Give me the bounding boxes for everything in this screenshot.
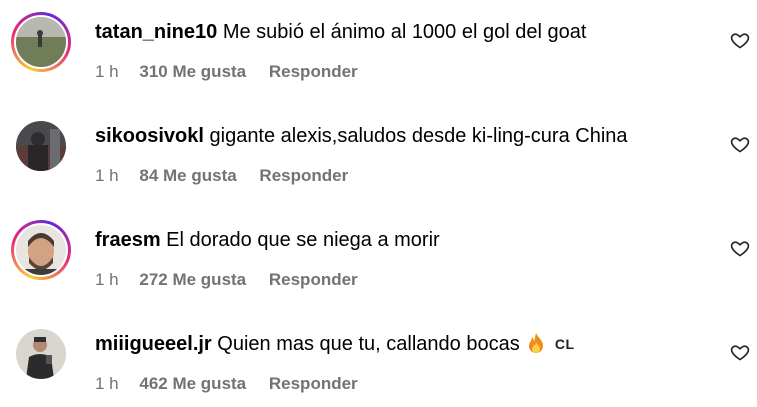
comment-like-count[interactable]: 462 Me gusta	[139, 374, 246, 393]
comment-time[interactable]: 1 h	[95, 270, 119, 289]
comment-like-count[interactable]: 272 Me gusta	[139, 270, 246, 289]
avatar-ring-gap	[14, 15, 68, 69]
avatar	[16, 225, 66, 275]
comment-meta: 1 h 462 Me gusta Responder	[95, 373, 358, 395]
fire-emoji-icon	[527, 332, 545, 354]
comment-like-count[interactable]: 310 Me gusta	[139, 62, 246, 81]
comment-body: fraesm El dorado que se niega a morir	[95, 226, 440, 254]
comment-item: miiigueeel.jr Quien mas que tu, callando…	[0, 312, 757, 407]
avatar-wrapper[interactable]	[16, 121, 66, 171]
avatar-image	[16, 17, 66, 67]
flag-tag: CL	[554, 336, 575, 352]
avatar-story-ring[interactable]	[11, 12, 71, 72]
comment-body: miiigueeel.jr Quien mas que tu, callando…	[95, 330, 575, 358]
comment-username[interactable]: tatan_nine10	[95, 21, 217, 43]
comment-time[interactable]: 1 h	[95, 62, 119, 81]
avatar	[16, 17, 66, 67]
avatar	[16, 329, 66, 379]
comment-username[interactable]: sikoosivokl	[95, 125, 204, 147]
comment-item: tatan_nine10 Me subió el ánimo al 1000 e…	[0, 0, 757, 100]
avatar-ring-gap	[14, 223, 68, 277]
avatar-image	[16, 329, 66, 379]
avatar	[16, 121, 66, 171]
avatar-image	[16, 121, 66, 171]
comment-text: Quien mas que tu, callando bocas	[217, 333, 520, 355]
reply-button[interactable]: Responder	[259, 166, 348, 185]
comment-meta: 1 h 84 Me gusta Responder	[95, 165, 348, 187]
comment-meta: 1 h 310 Me gusta Responder	[95, 61, 358, 83]
comment-text: Me subió el ánimo al 1000 el gol del goa…	[222, 21, 587, 43]
comment-meta: 1 h 272 Me gusta Responder	[95, 269, 358, 291]
comment-item: sikoosivokl gigante alexis,saludos desde…	[0, 104, 757, 204]
comment-username[interactable]: miiigueeel.jr	[95, 333, 212, 355]
avatar-image	[16, 225, 66, 275]
comment-time[interactable]: 1 h	[95, 374, 119, 393]
comment-like-count[interactable]: 84 Me gusta	[139, 166, 236, 185]
comment-body: sikoosivokl gigante alexis,saludos desde…	[95, 122, 628, 150]
heart-outline-icon[interactable]	[730, 134, 750, 154]
comment-text: gigante alexis,saludos desde ki-ling-cur…	[209, 125, 628, 147]
comment-username[interactable]: fraesm	[95, 229, 161, 251]
avatar-story-ring[interactable]	[11, 220, 71, 280]
comment-list: tatan_nine10 Me subió el ánimo al 1000 e…	[0, 0, 757, 407]
reply-button[interactable]: Responder	[269, 270, 358, 289]
comment-body: tatan_nine10 Me subió el ánimo al 1000 e…	[95, 18, 586, 46]
avatar-wrapper[interactable]	[16, 329, 66, 379]
reply-button[interactable]: Responder	[269, 62, 358, 81]
comment-text: El dorado que se niega a morir	[166, 229, 440, 251]
comment-item: fraesm El dorado que se niega a morir 1 …	[0, 208, 757, 308]
reply-button[interactable]: Responder	[269, 374, 358, 393]
heart-outline-icon[interactable]	[730, 238, 750, 258]
heart-outline-icon[interactable]	[730, 342, 750, 362]
comment-time[interactable]: 1 h	[95, 166, 119, 185]
heart-outline-icon[interactable]	[730, 30, 750, 50]
